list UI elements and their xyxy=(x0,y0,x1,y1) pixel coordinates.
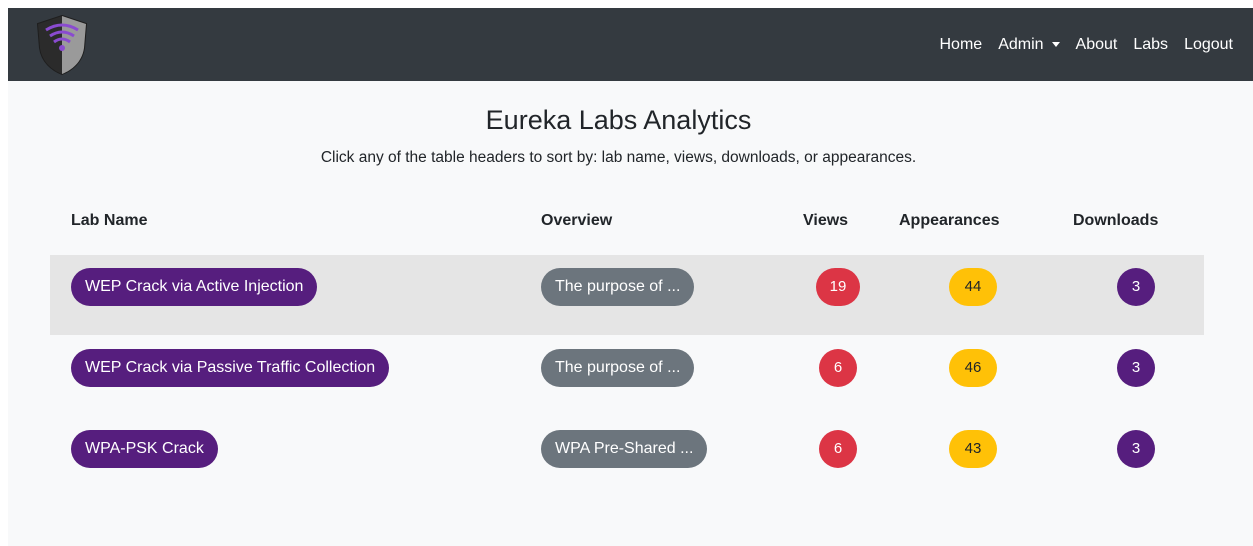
appearances-badge: 43 xyxy=(949,430,997,468)
lab-name-pill[interactable]: WEP Crack via Active Injection xyxy=(71,268,318,306)
header-views[interactable]: Views xyxy=(803,212,848,230)
lab-name-pill[interactable]: WEP Crack via Passive Traffic Collection xyxy=(71,349,390,387)
lab-name-pill[interactable]: WPA-PSK Crack xyxy=(71,430,218,468)
nav-links: Home Admin About Labs Logout xyxy=(932,8,1242,81)
navbar: Home Admin About Labs Logout xyxy=(8,8,1253,81)
nav-logout[interactable]: Logout xyxy=(1176,36,1241,54)
appearances-badge: 44 xyxy=(949,268,997,306)
downloads-badge: 3 xyxy=(1117,349,1155,387)
overview-pill[interactable]: The purpose of ... xyxy=(541,349,695,387)
page-title: Eureka Labs Analytics xyxy=(485,105,752,135)
overview-pill[interactable]: WPA Pre-Shared ... xyxy=(541,430,708,468)
nav-home[interactable]: Home xyxy=(932,36,991,54)
downloads-badge: 3 xyxy=(1117,430,1155,468)
page-subtitle: Click any of the table headers to sort b… xyxy=(320,149,917,166)
caret-down-icon xyxy=(1051,42,1060,47)
views-badge: 19 xyxy=(816,268,860,306)
shield-wifi-logo-icon[interactable] xyxy=(34,14,90,76)
views-badge: 6 xyxy=(819,349,857,387)
nav-labs[interactable]: Labs xyxy=(1125,36,1176,54)
downloads-badge: 3 xyxy=(1117,268,1155,306)
views-badge: 6 xyxy=(819,430,857,468)
nav-about[interactable]: About xyxy=(1068,36,1126,54)
header-overview[interactable]: Overview xyxy=(541,212,612,230)
header-appearances[interactable]: Appearances xyxy=(899,212,1000,230)
nav-admin-dropdown[interactable]: Admin xyxy=(990,36,1067,54)
header-downloads[interactable]: Downloads xyxy=(1073,212,1158,230)
nav-admin-label: Admin xyxy=(998,35,1044,53)
overview-pill[interactable]: The purpose of ... xyxy=(541,268,695,306)
appearances-badge: 46 xyxy=(949,349,997,387)
header-lab-name[interactable]: Lab Name xyxy=(71,212,147,230)
